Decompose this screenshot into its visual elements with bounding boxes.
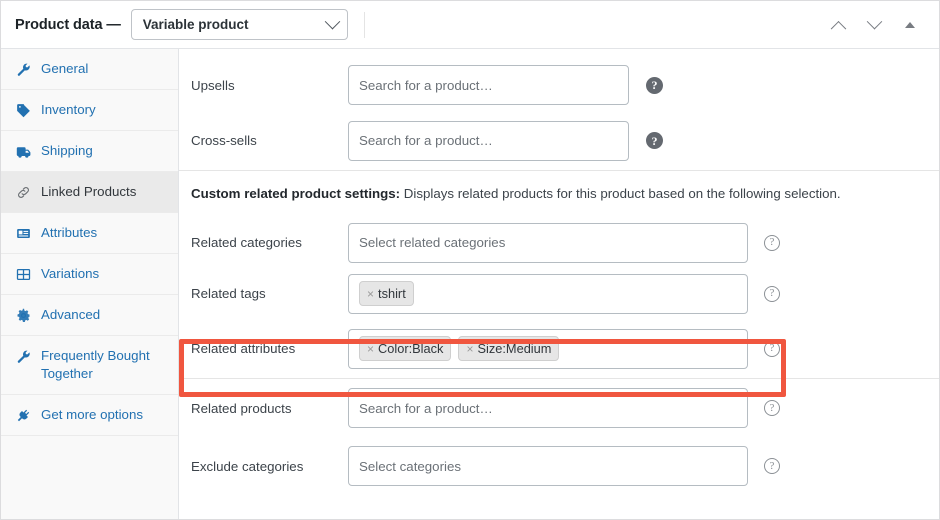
help-icon[interactable]: ? <box>764 400 780 416</box>
panel-header-controls <box>827 13 929 37</box>
panel-body: General Inventory Shipping Linked Produc… <box>1 49 939 519</box>
tag-icon <box>15 102 32 119</box>
chevron-down-icon <box>324 13 341 30</box>
move-up-button[interactable] <box>827 14 849 37</box>
triangle-up-icon <box>905 21 915 28</box>
help-icon[interactable]: ? <box>764 285 780 302</box>
sidebar-item-frequently-bought-together[interactable]: Frequently Bought Together <box>1 336 178 395</box>
sidebar-item-linked-products[interactable]: Linked Products <box>1 172 178 213</box>
page-title: Product data — <box>15 16 121 33</box>
sidebar-item-label: Shipping <box>41 143 93 158</box>
sidebar-item-variations[interactable]: Variations <box>1 254 178 295</box>
exclude-categories-input[interactable]: Select categories <box>348 446 748 486</box>
help-icon[interactable]: ? <box>764 234 780 251</box>
tag-chip[interactable]: × tshirt <box>359 281 414 306</box>
attributes-icon <box>15 225 32 242</box>
related-categories-label: Related categories <box>191 235 302 250</box>
linked-products-panel: Upsells Search for a product… ? Cross-se… <box>179 49 939 519</box>
related-categories-input[interactable]: Select related categories <box>348 222 748 263</box>
grid-icon <box>15 266 32 283</box>
related-products-placeholder: Search for a product… <box>359 400 493 416</box>
chevron-up-icon <box>830 20 846 37</box>
sidebar-item-advanced[interactable]: Advanced <box>1 295 178 336</box>
remove-chip-icon[interactable]: × <box>367 287 374 301</box>
related-attributes-label: Related attributes <box>191 341 296 356</box>
exclude-categories-placeholder: Select categories <box>359 458 461 474</box>
field-row-cross-sells: Cross-sells Search for a product… ? <box>179 111 939 170</box>
product-type-select[interactable]: Variable product <box>130 9 348 40</box>
truck-icon <box>15 143 32 160</box>
related-categories-placeholder: Select related categories <box>359 235 506 250</box>
remove-chip-icon[interactable]: × <box>466 342 473 356</box>
related-attributes-input[interactable]: × Color:Black × Size:Medium <box>348 328 748 369</box>
sidebar-item-label: Linked Products <box>41 184 137 199</box>
product-data-tabs: General Inventory Shipping Linked Produc… <box>1 49 179 519</box>
sidebar-item-inventory[interactable]: Inventory <box>1 90 178 131</box>
related-products-input[interactable]: Search for a product… <box>348 388 748 428</box>
header-divider <box>363 11 365 38</box>
exclude-categories-label: Exclude categories <box>191 458 304 474</box>
field-row-exclude-categories: Exclude categories Select categories ? <box>179 437 939 495</box>
sidebar-item-get-more-options[interactable]: Get more options <box>1 395 178 436</box>
field-row-related-tags: Related tags × tshirt ? <box>179 268 939 319</box>
attribute-chip[interactable]: × Color:Black <box>359 336 452 361</box>
custom-related-settings-note: Custom related product settings: Display… <box>179 171 939 217</box>
field-row-related-products: Related products Search for a product… ? <box>179 379 939 437</box>
sidebar-item-general[interactable]: General <box>1 49 178 90</box>
sidebar-item-label: Attributes <box>41 225 98 240</box>
wrench-icon <box>15 348 32 365</box>
upsells-label: Upsells <box>191 77 235 93</box>
chevron-down-icon <box>866 13 882 30</box>
note-text: Displays related products for this produ… <box>400 186 841 201</box>
note-title: Custom related product settings: <box>191 186 401 201</box>
related-tags-label: Related tags <box>191 286 266 301</box>
help-icon[interactable]: ? <box>764 458 780 474</box>
attribute-chip[interactable]: × Size:Medium <box>458 336 560 361</box>
upsells-placeholder: Search for a product… <box>359 77 493 93</box>
sidebar-item-label: Frequently Bought Together <box>41 348 150 381</box>
remove-chip-icon[interactable]: × <box>367 342 374 356</box>
sidebar-item-label: Inventory <box>41 102 96 117</box>
move-down-button[interactable] <box>863 13 885 36</box>
product-type-value: Variable product <box>142 17 249 32</box>
help-icon[interactable]: ? <box>764 340 780 357</box>
product-data-panel: Product data — Variable product General <box>0 0 940 520</box>
help-icon[interactable]: ? <box>646 76 663 94</box>
field-row-upsells: Upsells Search for a product… ? <box>179 49 939 111</box>
field-row-related-categories: Related categories Select related catego… <box>179 217 939 268</box>
chip-label: Size:Medium <box>477 341 552 356</box>
chip-label: tshirt <box>378 286 406 301</box>
panel-header: Product data — Variable product <box>1 1 939 49</box>
sidebar-item-shipping[interactable]: Shipping <box>1 131 178 172</box>
sidebar-item-label: Get more options <box>41 407 143 422</box>
sidebar-item-attributes[interactable]: Attributes <box>1 213 178 254</box>
help-icon[interactable]: ? <box>646 132 663 149</box>
sidebar-item-label: Variations <box>41 266 100 281</box>
sidebar-item-label: General <box>41 61 89 76</box>
plugin-icon <box>15 407 32 424</box>
cross-sells-placeholder: Search for a product… <box>359 133 493 148</box>
related-tags-input[interactable]: × tshirt <box>348 273 748 314</box>
link-icon <box>15 184 32 201</box>
toggle-panel-button[interactable] <box>899 14 921 36</box>
field-row-related-attributes: Related attributes × Color:Black × Size:… <box>179 319 939 378</box>
gear-icon <box>15 307 32 324</box>
cross-sells-label: Cross-sells <box>191 133 257 148</box>
related-products-label: Related products <box>191 400 292 416</box>
cross-sells-input[interactable]: Search for a product… <box>348 120 629 161</box>
upsells-input[interactable]: Search for a product… <box>348 65 629 105</box>
chip-label: Color:Black <box>378 341 444 356</box>
sidebar-item-label: Advanced <box>41 307 101 322</box>
wrench-icon <box>15 61 32 78</box>
